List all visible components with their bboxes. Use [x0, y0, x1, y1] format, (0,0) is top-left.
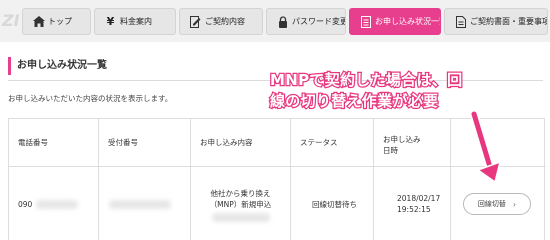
phone-prefix: 090	[18, 199, 33, 209]
line-switch-button[interactable]: 回線切替 ›	[463, 193, 531, 215]
cell-action: 回線切替 ›	[451, 167, 546, 240]
redacted-reception-number	[109, 199, 171, 209]
content-line-2: （MNP）新規申込	[209, 200, 272, 209]
header-action	[451, 119, 546, 167]
tab-top-label: トップ	[48, 17, 72, 26]
cell-application-content: 他社から乗り換え （MNP）新規申込	[191, 167, 291, 240]
page-title: お申し込み状況一覧	[8, 57, 107, 75]
header-application-datetime-label: お申し込み日時	[383, 134, 421, 155]
header-reception-number: 受付番号	[99, 119, 191, 167]
page-description: お申し込みいただいた内容の状況を表示します。	[8, 94, 173, 103]
lock-icon	[276, 15, 289, 28]
cell-application-datetime: 2018/02/17 19:52:15	[374, 167, 451, 240]
tab-password-label: パスワード変更	[292, 17, 346, 26]
tab-contract[interactable]: ご契約内容	[179, 8, 263, 35]
tab-contract-documents-label: ご契約書面・重要事項	[470, 17, 548, 26]
cell-reception-number	[99, 167, 191, 240]
header-application-datetime: お申し込み日時	[374, 119, 451, 167]
redacted-phone	[36, 199, 79, 209]
tab-contract-label: ご契約内容	[205, 17, 245, 26]
tab-contract-documents[interactable]: ご契約書面・重要事項	[444, 8, 548, 35]
redacted-content	[211, 213, 270, 222]
tab-pricing-label: 料金案内	[120, 17, 152, 26]
tab-application-status[interactable]: お申し込み状況一覧	[349, 8, 441, 35]
document-icon	[454, 15, 467, 28]
tab-pricing[interactable]: ¥ 料金案内	[94, 8, 176, 35]
yen-icon: ¥	[106, 15, 115, 28]
status-text: 回線切替待ち	[312, 199, 357, 209]
document-edit-icon	[189, 15, 202, 28]
header-status: ステータス	[291, 119, 374, 167]
content-line-1: 他社から乗り換え	[210, 189, 271, 198]
tab-password[interactable]: パスワード変更	[266, 8, 346, 35]
site-logo: ZI	[2, 11, 20, 30]
annotation-callout: MNPで契約した場合は、回 線の切り替え作業が必要	[269, 70, 464, 112]
cell-phone-number: 090	[9, 167, 99, 240]
top-navigation: ZI トップ ¥ 料金案内 ご契約内容 パスワード変更 お申し込み状況一覧 ご契…	[0, 0, 550, 42]
line-switch-label: 回線切替	[477, 200, 506, 208]
header-phone-number: 電話番号	[9, 119, 99, 167]
tab-top[interactable]: トップ	[22, 8, 91, 35]
tab-application-status-label: お申し込み状況一覧	[375, 17, 441, 26]
home-icon	[32, 16, 45, 28]
header-application-content: お申し込み内容	[191, 119, 291, 167]
application-status-table: 電話番号 受付番号 お申し込み内容 ステータス お申し込み日時 090 他社から…	[8, 118, 546, 240]
annotation-line-1: MNPで契約した場合は、回	[269, 70, 464, 91]
cell-status: 回線切替待ち	[291, 167, 374, 240]
application-date: 2018/02/17	[397, 194, 441, 203]
annotation-line-2: 線の切り替え作業が必要	[269, 91, 440, 112]
document-list-icon	[359, 15, 372, 28]
application-time: 19:52:15	[397, 205, 431, 214]
chevron-right-icon: ›	[512, 199, 517, 209]
